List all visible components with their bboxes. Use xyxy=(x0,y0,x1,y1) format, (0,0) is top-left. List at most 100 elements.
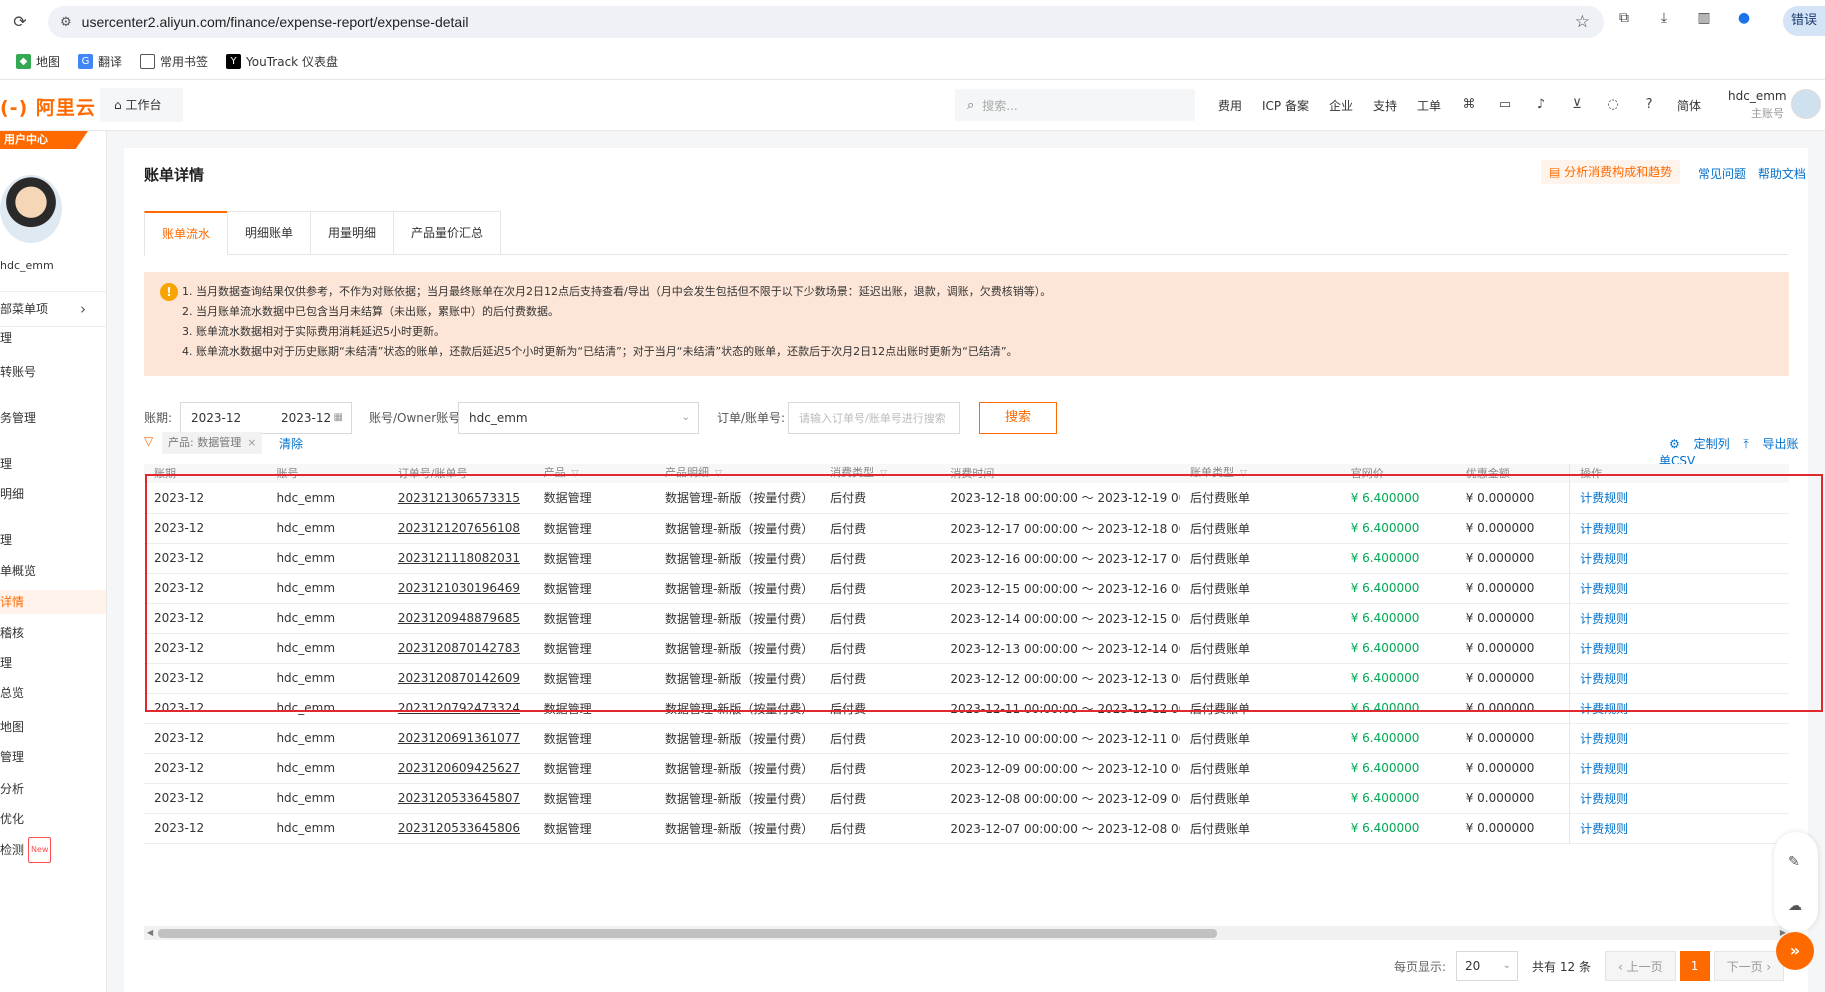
order-number-link[interactable]: 2023120609425627 xyxy=(388,753,534,783)
bookmark-youtrack[interactable]: Y YouTrack 仪表盘 xyxy=(226,53,338,70)
download-icon[interactable]: ⤓ xyxy=(1654,8,1674,28)
sidebar-item[interactable]: 单概览 xyxy=(0,559,106,583)
edit-icon[interactable]: ✎ xyxy=(1788,854,1800,870)
sidebar-item[interactable]: 转账号 xyxy=(0,360,106,384)
order-number-link[interactable]: 2023120870142609 xyxy=(388,663,534,693)
customize-columns-link[interactable]: ⚙ 定制列 xyxy=(1669,437,1730,451)
billing-rule-link[interactable]: 计费规则 xyxy=(1569,573,1789,603)
order-number-link[interactable]: 2023120691361077 xyxy=(388,723,534,753)
billing-rule-link[interactable]: 计费规则 xyxy=(1569,753,1789,783)
column-filter-icon[interactable]: ▽ xyxy=(715,469,722,479)
nav-enterprise[interactable]: 企业 xyxy=(1329,97,1353,114)
billing-rule-link[interactable]: 计费规则 xyxy=(1569,543,1789,573)
sidebar-item[interactable]: 理 xyxy=(0,452,106,476)
billing-rule-link[interactable]: 计费规则 xyxy=(1569,693,1789,723)
sidebar-item[interactable]: 务管理 xyxy=(0,406,106,430)
site-settings-icon[interactable]: ⚙ xyxy=(60,15,72,30)
sidebar-item[interactable]: 理 xyxy=(0,651,106,675)
nav-icp[interactable]: ICP 备案 xyxy=(1262,97,1309,114)
lightbulb-icon[interactable]: ◌ xyxy=(1605,97,1621,113)
sidebar-item[interactable]: 稽核 xyxy=(0,621,106,645)
nav-fee[interactable]: 费用 xyxy=(1218,97,1242,114)
per-page-select[interactable]: 20 ⌄ xyxy=(1456,951,1519,981)
order-number-link[interactable]: 2023120533645807 xyxy=(388,783,534,813)
order-number-link[interactable]: 2023121030196469 xyxy=(388,573,534,603)
error-pill[interactable]: 错误 xyxy=(1783,6,1825,36)
tab[interactable]: 账单流水 xyxy=(144,211,228,256)
workbench-button[interactable]: ⌂ 工作台 xyxy=(100,88,183,122)
owner-select[interactable]: hdc_emm ⌄ xyxy=(458,402,699,434)
column-filter-icon[interactable]: ▽ xyxy=(1240,469,1247,479)
address-bar[interactable]: ⚙ usercenter2.aliyun.com/finance/expense… xyxy=(48,6,1604,38)
extensions-icon[interactable]: ⧉ xyxy=(1614,8,1634,28)
table-cell: hdc_emm xyxy=(276,551,336,565)
bookmark-folder[interactable]: 常用书签 xyxy=(140,53,208,70)
order-number-link[interactable]: 2023120948879685 xyxy=(388,603,534,633)
sidebar-item[interactable]: 理 xyxy=(0,528,106,552)
help-icon[interactable]: ? xyxy=(1641,97,1657,113)
billing-rule-link[interactable]: 计费规则 xyxy=(1569,513,1789,543)
billing-rule-link[interactable]: 计费规则 xyxy=(1569,663,1789,693)
all-menu-item[interactable]: 部菜单项 › xyxy=(0,291,106,327)
sidebar-item[interactable]: 地图 xyxy=(0,715,106,739)
billing-rule-link[interactable]: 计费规则 xyxy=(1569,783,1789,813)
scrollbar-thumb[interactable] xyxy=(158,929,1217,938)
help-docs-link[interactable]: 帮助文档 xyxy=(1758,167,1806,181)
sidebar-item[interactable]: 管理 xyxy=(0,745,106,769)
prev-page-button[interactable]: ‹ 上一页 xyxy=(1604,951,1676,981)
aliyun-logo[interactable]: (-) 阿里云 xyxy=(0,93,96,120)
header-user[interactable]: hdc_emm 主账号 xyxy=(1728,89,1787,121)
sidebar-item[interactable]: 优化 xyxy=(0,807,106,831)
profile-icon[interactable]: ● xyxy=(1734,8,1754,28)
billing-rule-link[interactable]: 计费规则 xyxy=(1569,633,1789,663)
order-number-link[interactable]: 2023121306573315 xyxy=(388,483,534,513)
terminal-icon[interactable]: ▭ xyxy=(1497,97,1513,113)
next-page-button[interactable]: 下一页 › xyxy=(1713,951,1785,981)
order-search-input[interactable]: 请输入订单号/账单号进行搜索 xyxy=(788,402,960,434)
cloud-icon[interactable]: ☁ xyxy=(1788,898,1802,914)
language-switch[interactable]: 简体 xyxy=(1677,97,1701,114)
header-avatar[interactable] xyxy=(1791,89,1821,119)
sidebar-item[interactable]: 分析 xyxy=(0,777,106,801)
expand-fab[interactable]: » xyxy=(1776,932,1814,970)
current-page[interactable]: 1 xyxy=(1679,951,1710,981)
bell-icon[interactable]: ♪ xyxy=(1533,97,1549,113)
header-search-input[interactable]: ⌕ 搜索... xyxy=(955,89,1195,121)
order-number-link[interactable]: 2023121207656108 xyxy=(388,513,534,543)
faq-link[interactable]: 常见问题 xyxy=(1698,167,1746,181)
sidebar-item[interactable]: 总览 xyxy=(0,681,106,705)
bookmark-maps[interactable]: ◆ 地图 xyxy=(16,53,60,70)
billing-rule-link[interactable]: 计费规则 xyxy=(1569,603,1789,633)
column-filter-icon[interactable]: ▽ xyxy=(880,469,887,479)
cart-icon[interactable]: ⊻ xyxy=(1569,97,1585,113)
horizontal-scrollbar[interactable]: ◀ ▶ xyxy=(144,926,1789,940)
sidebar-item[interactable]: 检测 New xyxy=(0,837,106,863)
analyze-trend-button[interactable]: ▤ 分析消费构成和趋势 xyxy=(1541,160,1681,184)
tab[interactable]: 明细账单 xyxy=(227,211,311,255)
tab[interactable]: 用量明细 xyxy=(310,211,394,255)
order-number-link[interactable]: 2023120533645806 xyxy=(388,813,534,843)
order-number-link[interactable]: 2023120792473324 xyxy=(388,693,534,723)
close-icon[interactable]: × xyxy=(247,436,256,449)
search-button[interactable]: 搜索 xyxy=(979,402,1057,434)
order-number-link[interactable]: 2023120870142783 xyxy=(388,633,534,663)
order-number-link[interactable]: 2023121118082031 xyxy=(388,543,534,573)
nav-support[interactable]: 支持 xyxy=(1373,97,1397,114)
billing-rule-link[interactable]: 计费规则 xyxy=(1569,813,1789,843)
bookmark-translate[interactable]: G 翻译 xyxy=(78,53,122,70)
period-range-picker[interactable]: 2023-12 2023-12 ▦ xyxy=(180,402,352,434)
side-panel-icon[interactable]: ▥ xyxy=(1694,8,1714,28)
column-filter-icon[interactable]: ▽ xyxy=(572,469,579,479)
sidebar-item[interactable]: 明细 xyxy=(0,482,106,506)
scroll-left-icon[interactable]: ◀ xyxy=(147,926,153,940)
bookmark-star-icon[interactable]: ☆ xyxy=(1575,12,1590,32)
clear-filters-link[interactable]: 清除 xyxy=(279,435,303,452)
app-icon[interactable]: ⌘ xyxy=(1461,97,1477,113)
sidebar-item[interactable]: 详情 xyxy=(0,590,106,614)
tab[interactable]: 产品量价汇总 xyxy=(393,211,502,255)
reload-icon[interactable]: ⟳ xyxy=(10,12,30,32)
billing-rule-link[interactable]: 计费规则 xyxy=(1569,483,1789,513)
sidebar-item[interactable]: 理 xyxy=(0,326,106,350)
billing-rule-link[interactable]: 计费规则 xyxy=(1569,723,1789,753)
nav-ticket[interactable]: 工单 xyxy=(1417,97,1441,114)
